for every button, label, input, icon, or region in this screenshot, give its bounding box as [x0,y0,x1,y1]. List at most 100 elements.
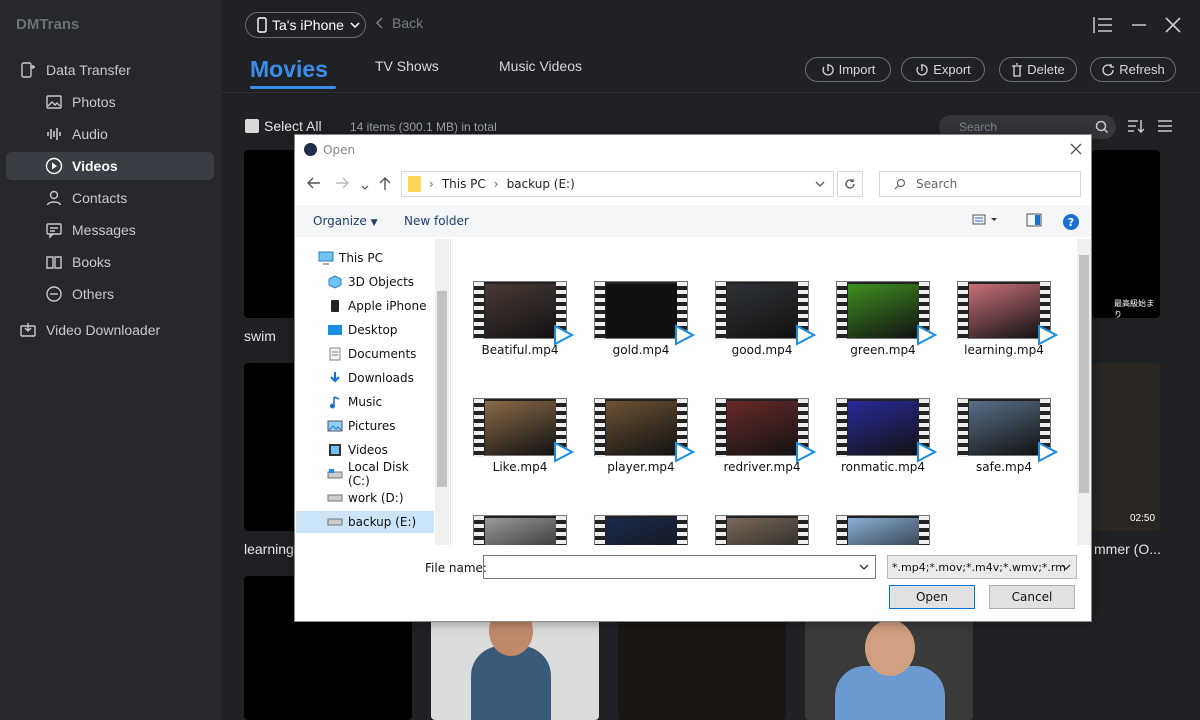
dialog-search-input[interactable]: Search [879,171,1081,197]
tab-music-videos[interactable]: Music Videos [499,58,582,74]
file-tile[interactable] [457,505,567,545]
breadcrumb-backup[interactable]: backup (E:) [507,177,575,191]
chevron-down-icon[interactable] [815,181,825,188]
tree-item-music[interactable]: Music [296,391,434,413]
video-thumbnail[interactable]: 最高級始まり [1092,150,1160,318]
tree-item-apple-iphone[interactable]: Apple iPhone [296,295,434,317]
tree-item-videos[interactable]: Videos [296,439,434,461]
file-tile[interactable] [578,505,688,545]
tab-tv-shows[interactable]: TV Shows [375,58,439,74]
file-tile[interactable]: ronmatic.mp4 [820,388,937,488]
device-selector[interactable]: Ta's iPhone [245,12,366,38]
tree-item-downloads[interactable]: Downloads [296,367,434,389]
file-tile[interactable]: gold.mp4 [578,271,695,371]
film-strip [595,282,605,340]
tab-movies[interactable]: Movies [250,56,328,83]
nav-photos[interactable]: Photos [6,88,214,116]
film-strip [798,516,808,545]
app-title: DMTrans [16,16,80,33]
video-preview [727,284,799,338]
tree-item-pictures[interactable]: Pictures [296,415,434,437]
nav-label: Videos [72,158,118,174]
new-folder-button[interactable]: New folder [404,214,469,228]
tree-item-3d-objects[interactable]: 3D Objects [296,271,434,293]
sort-icon[interactable] [1126,117,1146,137]
pictures-icon [327,418,343,434]
video-preview [485,284,557,338]
nav-messages[interactable]: Messages [6,216,214,244]
file-tile[interactable]: green.mp4 [820,271,937,371]
tree-scrollbar-thumb[interactable] [437,291,447,487]
back-button[interactable]: Back [374,15,423,31]
file-tile[interactable]: Like.mp4 [457,388,574,488]
chevron-down-icon[interactable] [859,564,869,571]
download-icon [327,370,343,386]
nav-contacts[interactable]: Contacts [6,184,214,212]
file-tile[interactable] [820,505,930,545]
search-icon [894,178,906,190]
filter-value: *.mp4;*.mov;*.m4v;*.wmv;*.rm [892,560,1066,574]
sidebar: DMTrans Data Transfer Photos Audio Video… [0,0,221,720]
tree-item-backup-drive[interactable]: backup (E:) [296,511,434,533]
select-all-checkbox[interactable]: Select All [245,118,322,134]
tree-item-local-disk[interactable]: Local Disk (C:) [296,460,434,488]
file-tile[interactable]: player.mp4 [578,388,695,488]
minimize-icon[interactable] [1128,14,1150,36]
preview-pane-icon[interactable] [1026,213,1042,230]
close-icon[interactable] [1067,140,1085,158]
header-divider [221,92,1200,93]
recent-dropdown-icon[interactable] [361,179,369,195]
menu-icon[interactable] [1092,14,1114,36]
organize-menu[interactable]: Organize ▼ [313,214,378,228]
file-tile[interactable]: redriver.mp4 [699,388,816,488]
file-type-filter[interactable]: *.mp4;*.mov;*.m4v;*.wmv;*.rm [887,555,1077,579]
forward-arrow-icon[interactable] [335,177,349,193]
refresh-icon [1102,63,1115,76]
help-button[interactable]: ? [1063,214,1079,230]
video-file-icon [836,398,937,463]
back-arrow-icon[interactable] [307,177,321,193]
file-tile[interactable]: learning.mp4 [941,271,1058,371]
tree-item-this-pc[interactable]: This PC [296,247,434,269]
up-arrow-icon[interactable] [379,177,391,195]
file-tile[interactable]: Beatiful.mp4 [457,271,574,371]
open-button[interactable]: Open [889,585,975,609]
nav-books[interactable]: Books [6,248,214,276]
video-thumbnail[interactable]: 02:50 [1092,363,1160,531]
video-file-icon [836,281,937,346]
tree-item-work-drive[interactable]: work (D:) [296,487,434,509]
nav-others[interactable]: Others [6,280,214,308]
file-name-input[interactable] [483,555,876,579]
person-head [865,620,915,676]
search-icon[interactable] [1094,119,1110,135]
file-tile[interactable] [699,505,809,545]
refresh-button[interactable]: Refresh [1090,57,1176,82]
view-options-icon[interactable] [972,213,1000,230]
breadcrumb-separator-icon: › [493,177,499,191]
file-tile[interactable]: good.mp4 [699,271,816,371]
file-tile[interactable]: safe.mp4 [941,388,1058,488]
nav-video-downloader[interactable]: Video Downloader [6,316,214,344]
videos-icon [327,442,343,458]
nav-data-transfer[interactable]: Data Transfer [6,56,214,84]
list-view-icon[interactable] [1156,117,1176,137]
file-scrollbar-thumb[interactable] [1079,255,1089,493]
export-button[interactable]: Export [901,57,985,82]
import-button[interactable]: Import [805,57,891,82]
tree-item-desktop[interactable]: Desktop [296,319,434,341]
refresh-button[interactable] [837,171,863,197]
tree-label: Apple iPhone [348,299,427,313]
delete-button[interactable]: Delete [999,57,1077,82]
cancel-button[interactable]: Cancel [989,585,1075,609]
address-bar[interactable]: › This PC › backup (E:) [401,171,834,197]
file-name: player.mp4 [607,460,675,474]
film-strip [716,516,726,545]
tree-item-documents[interactable]: Documents [296,343,434,365]
film-strip [474,516,484,545]
music-icon [327,394,343,410]
nav-videos[interactable]: Videos [6,152,214,180]
breadcrumb-this-pc[interactable]: This PC [442,177,486,191]
close-icon[interactable] [1162,14,1184,36]
nav-audio[interactable]: Audio [6,120,214,148]
tree-label: Pictures [348,419,396,433]
